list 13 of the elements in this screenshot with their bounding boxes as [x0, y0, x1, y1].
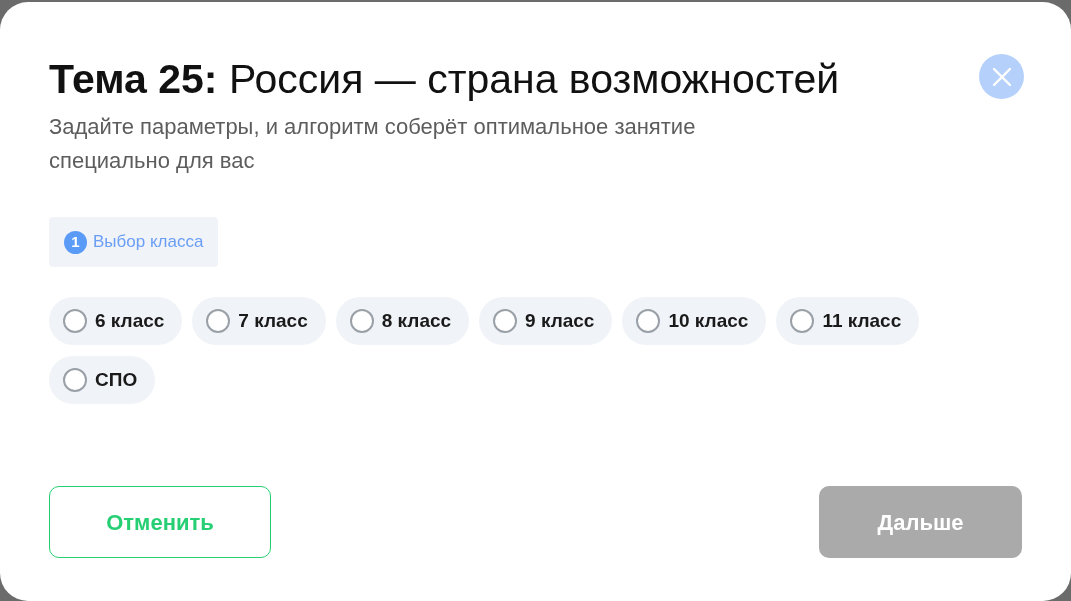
dialog-title: Тема 25: Россия — страна возможностей	[49, 55, 840, 104]
close-icon	[992, 67, 1011, 86]
grade-option[interactable]: СПО	[49, 356, 156, 404]
step-title: Выбор класса	[93, 231, 204, 254]
grade-option[interactable]: 8 класс	[335, 297, 470, 345]
grade-option[interactable]: 11 класс	[776, 297, 920, 345]
grade-option[interactable]: 9 класс	[479, 297, 613, 345]
grade-option[interactable]: 7 класс	[192, 297, 326, 345]
grade-option[interactable]: 6 класс	[49, 297, 183, 345]
grade-option[interactable]: 10 класс	[622, 297, 767, 345]
dialog-subtitle: Задайте параметры, и алгоритм соберёт оптимальное занятие специально для вас	[49, 113, 697, 175]
step-number: 1	[64, 230, 87, 254]
close-button[interactable]	[979, 54, 1024, 99]
